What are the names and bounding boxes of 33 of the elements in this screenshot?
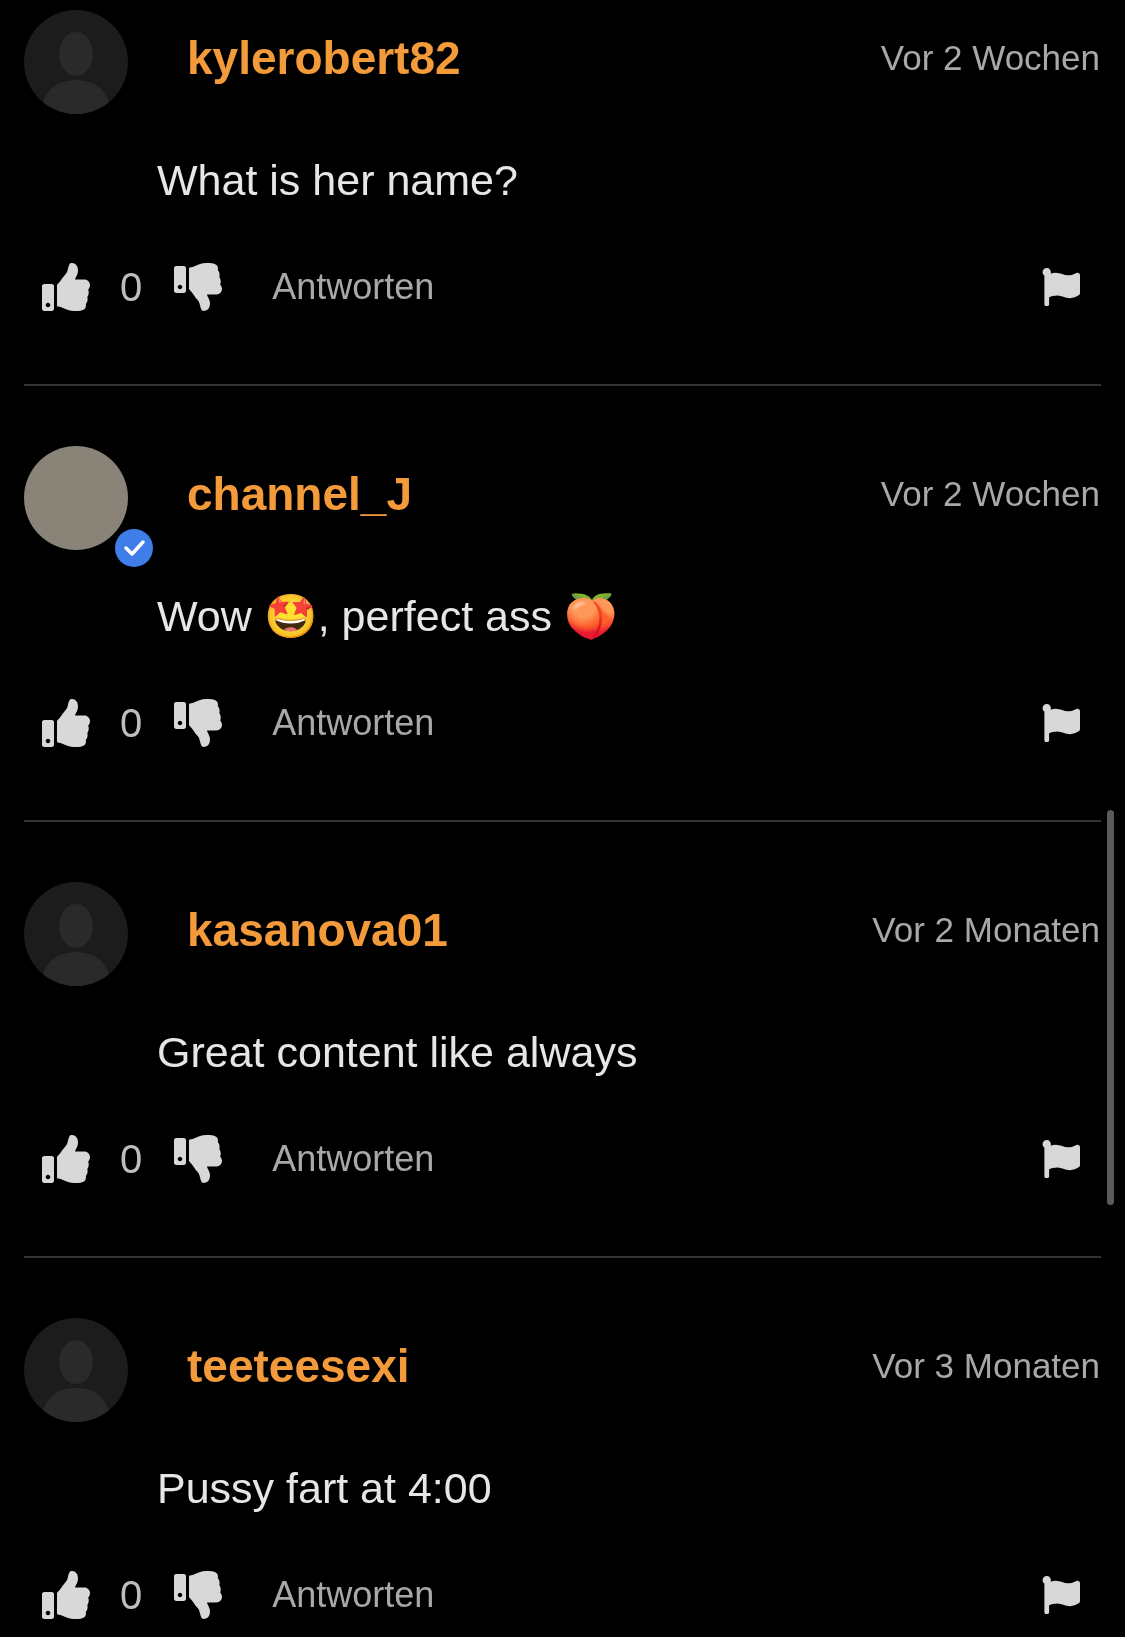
username[interactable]: teeteesexi — [187, 1331, 410, 1401]
like-count: 0 — [120, 700, 143, 747]
like-count: 0 — [120, 1136, 143, 1183]
comment-text: What is her name? — [157, 154, 518, 206]
username[interactable]: channel_J — [187, 459, 412, 529]
like-count: 0 — [120, 264, 143, 311]
like-button[interactable] — [42, 699, 90, 747]
reply-link[interactable]: Antworten — [272, 696, 435, 750]
reply-link[interactable]: Antworten — [272, 1132, 435, 1186]
report-button[interactable] — [1042, 1576, 1080, 1614]
like-button[interactable] — [42, 1135, 90, 1183]
report-button[interactable] — [1042, 268, 1080, 306]
reply-link[interactable]: Antworten — [272, 1568, 435, 1622]
timestamp: Vor 2 Wochen — [880, 36, 1100, 79]
comment-text: Wow 🤩, perfect ass 🍑 — [157, 590, 618, 642]
like-count: 0 — [120, 1572, 143, 1619]
dislike-button[interactable] — [174, 699, 223, 747]
dislike-button[interactable] — [174, 1135, 223, 1183]
like-button[interactable] — [42, 263, 90, 311]
timestamp: Vor 3 Monaten — [872, 1344, 1100, 1387]
dislike-button[interactable] — [174, 263, 223, 311]
scrollbar[interactable] — [1107, 810, 1114, 1205]
reply-link[interactable]: Antworten — [272, 260, 435, 314]
like-button[interactable] — [42, 1571, 90, 1619]
dislike-button[interactable] — [174, 1571, 223, 1619]
timestamp: Vor 2 Wochen — [880, 472, 1100, 515]
username[interactable]: kylerobert82 — [187, 23, 461, 93]
timestamp: Vor 2 Monaten — [872, 908, 1100, 951]
username[interactable]: kasanova01 — [187, 895, 448, 965]
comment-text: Great content like always — [157, 1026, 638, 1078]
report-button[interactable] — [1042, 704, 1080, 742]
report-button[interactable] — [1042, 1140, 1080, 1178]
comment-text: Pussy fart at 4:00 — [157, 1462, 492, 1514]
